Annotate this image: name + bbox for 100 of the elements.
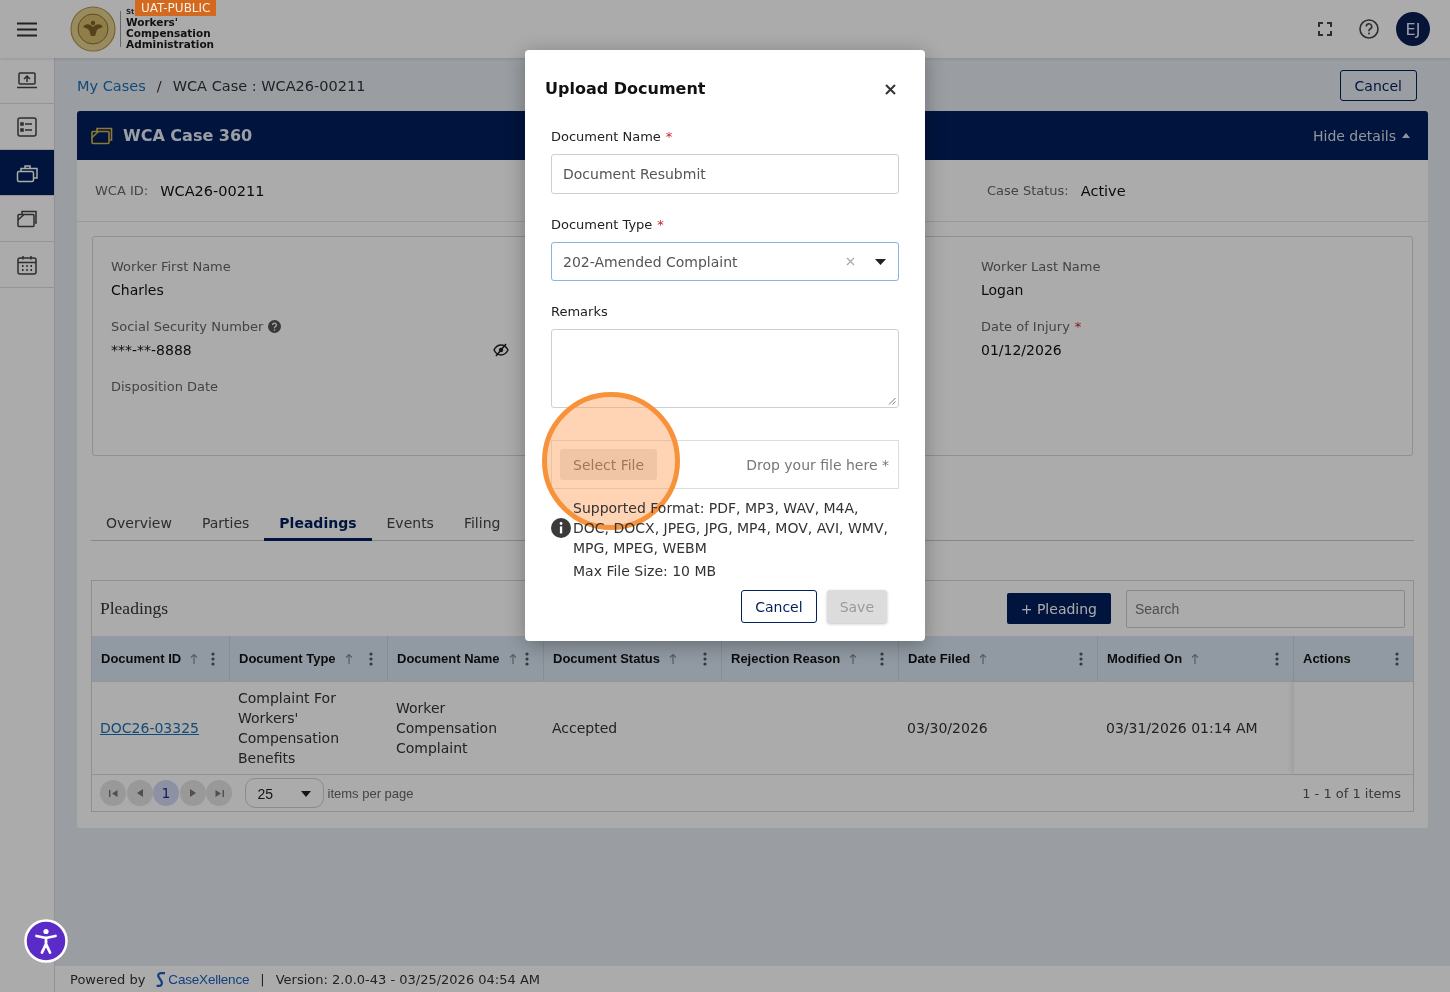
kebab-menu-icon[interactable]: [369, 651, 373, 666]
tab[interactable]: Pleadings: [264, 505, 372, 541]
calendar-icon: [16, 254, 38, 275]
checklist-icon: [16, 116, 38, 137]
column-header[interactable]: Date Filed: [908, 651, 971, 666]
close-icon: [885, 83, 896, 95]
breadcrumb-current: WCA Case : WCA26-00211: [172, 77, 366, 94]
field-label: Social Security Number: [111, 318, 264, 334]
tab[interactable]: Overview: [91, 505, 187, 541]
resize-handle-icon[interactable]: [888, 397, 896, 405]
table-cell-text: 03/31/2026 01:14 AM: [1105, 719, 1259, 738]
column-header[interactable]: Document Type: [239, 651, 336, 666]
field-label: Worker Last Name: [981, 258, 1101, 274]
field-value: ***-**-8888: [111, 342, 192, 358]
help-icon[interactable]: [268, 319, 282, 333]
tab[interactable]: Parties: [186, 505, 265, 541]
tab[interactable]: Filing: [448, 505, 516, 541]
first-page-icon: [108, 788, 118, 798]
caret-down-icon: [300, 791, 311, 797]
field-label: Document Type: [551, 216, 653, 234]
fullscreen-icon: [1318, 22, 1332, 36]
field-value: WCA26-00211: [160, 182, 265, 199]
column-header[interactable]: Document Name: [397, 651, 500, 666]
required-mark: *: [657, 216, 664, 234]
page-button[interactable]: 1: [153, 780, 179, 806]
sort-arrow-icon[interactable]: [668, 653, 677, 664]
cancel-button[interactable]: Cancel: [741, 590, 817, 623]
accessibility-button[interactable]: [24, 919, 68, 963]
textarea-field[interactable]: [551, 329, 899, 408]
eye-slash-icon[interactable]: [493, 343, 509, 357]
field-label: Disposition Date: [111, 378, 219, 394]
field-label: Document Name: [551, 128, 661, 146]
logo-text: Workers' Compensation Administration: [126, 17, 215, 50]
close-button[interactable]: [885, 83, 896, 95]
dropdown-field[interactable]: 202-Amended Complaint: [551, 242, 899, 281]
sort-arrow-icon[interactable]: [849, 653, 858, 664]
sidebar-item[interactable]: [0, 150, 54, 196]
info-icon: [551, 518, 571, 538]
folder-icon: [16, 208, 38, 229]
drop-hint: Drop your file here *: [746, 456, 889, 473]
breadcrumb-link[interactable]: My Cases: [77, 77, 146, 94]
kebab-menu-icon[interactable]: [525, 651, 529, 666]
brand-mark-icon: [156, 971, 167, 987]
column-header[interactable]: Rejection Reason: [731, 651, 841, 666]
table-cell-text: 03/30/2026: [906, 719, 989, 738]
dialog-title: Upload Document: [545, 79, 706, 99]
kebab-menu-icon[interactable]: [1395, 651, 1399, 666]
brand-name[interactable]: CaseXellence: [168, 971, 250, 987]
laptop-upload-icon: [16, 70, 38, 91]
table-cell-text: Complaint For Workers' Compensation Benefits: [237, 689, 341, 768]
kebab-menu-icon[interactable]: [1079, 651, 1083, 666]
add-pleading-button[interactable]: + Pleading: [1006, 593, 1111, 624]
kebab-menu-icon[interactable]: [1275, 651, 1279, 666]
search-field[interactable]: Search: [1126, 589, 1405, 628]
last-page-button[interactable]: [206, 780, 232, 806]
briefcase-icon: [16, 162, 38, 183]
page-size-select[interactable]: 25: [244, 778, 324, 808]
kebab-menu-icon[interactable]: [880, 651, 884, 666]
field-label: Date of Injury: [981, 318, 1070, 334]
user-avatar[interactable]: EJ: [1396, 12, 1430, 46]
previous-page-button[interactable]: [126, 780, 153, 806]
powered-by-text: Powered by: [70, 971, 146, 987]
case-title: WCA Case 360: [123, 126, 253, 145]
field-value: 01/12/2026: [981, 342, 1062, 358]
required-mark: *: [1074, 318, 1082, 334]
required-mark: *: [665, 128, 673, 146]
kebab-menu-icon[interactable]: [703, 651, 707, 666]
pager-summary: 1 - 1 of 1 items: [1302, 785, 1401, 801]
field-value: Active: [1080, 182, 1126, 199]
first-page-button[interactable]: [100, 780, 126, 806]
table-cell-text: Accepted: [551, 719, 619, 738]
cancel-button[interactable]: Cancel: [1339, 70, 1417, 101]
column-header[interactable]: Modified On: [1107, 651, 1183, 666]
column-header[interactable]: Document ID: [101, 651, 182, 666]
seal-logo-icon: [70, 6, 116, 52]
folder-icon: [91, 126, 113, 145]
input-field[interactable]: Document Resubmit: [551, 154, 899, 194]
max-size-text: Max File Size: 10 MB: [573, 562, 718, 581]
footer-separator: |: [260, 971, 265, 987]
field-label: Worker First Name: [111, 258, 231, 274]
kebab-menu-icon[interactable]: [211, 651, 215, 666]
page-size-label: items per page: [327, 785, 414, 801]
column-header[interactable]: Actions: [1303, 651, 1351, 666]
hide-details-button[interactable]: Hide details: [1313, 127, 1410, 144]
field-label: Case Status:: [987, 183, 1069, 198]
file-drop-zone[interactable]: Select File Drop your file here *: [551, 440, 899, 489]
clear-icon[interactable]: [846, 257, 855, 266]
help-icon: [1359, 19, 1379, 39]
tab[interactable]: Events: [371, 505, 449, 541]
next-page-button[interactable]: [179, 780, 206, 806]
field-value: Charles: [111, 282, 164, 298]
version-text: Version: 2.0.0-43 - 03/25/2026 04:54 AM: [275, 971, 540, 987]
breadcrumb-separator: /: [156, 77, 162, 94]
last-page-icon: [214, 788, 224, 798]
document-link[interactable]: DOC26-03325: [100, 718, 199, 738]
field-label: WCA ID:: [95, 183, 149, 198]
column-header[interactable]: Document Status: [553, 651, 660, 666]
environment-badge: UAT-PUBLIC: [135, 0, 217, 16]
field-value: Logan: [981, 282, 1024, 298]
next-page-icon: [189, 789, 196, 797]
